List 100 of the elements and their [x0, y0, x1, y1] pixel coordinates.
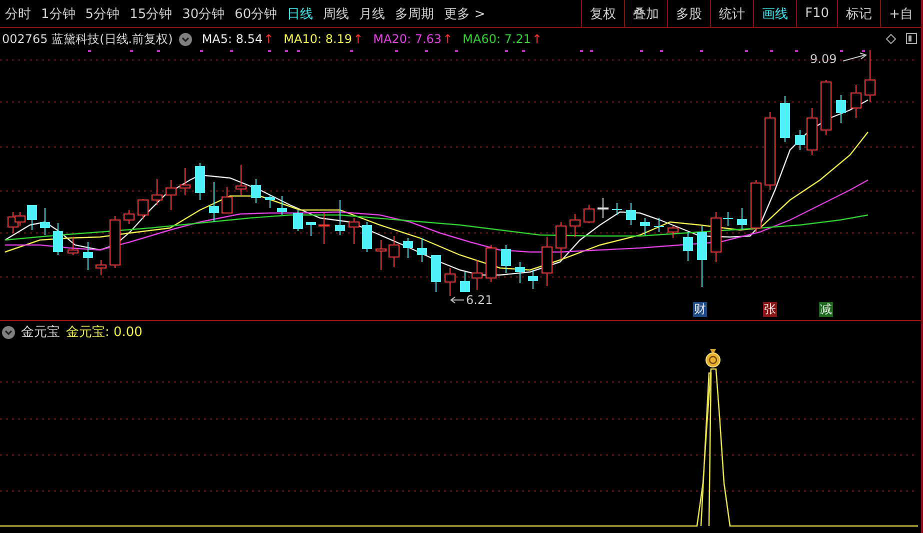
high-arrow — [842, 52, 868, 62]
candlestick — [236, 164, 246, 196]
candlestick — [431, 254, 441, 292]
more-button[interactable]: 更多 > — [439, 0, 490, 27]
event-tag[interactable]: 减 — [819, 302, 833, 317]
high-price-label: 9.09 — [810, 52, 837, 66]
candlestick — [40, 208, 50, 236]
candlestick — [180, 168, 190, 196]
candlestick — [335, 200, 345, 236]
moving-average-value: MA60: 7.21 — [462, 32, 532, 46]
candlestick — [251, 178, 261, 204]
stock-title: 002765 蓝黛科技(日线.前复权) — [2, 30, 173, 48]
period-tab[interactable]: 月线 — [354, 0, 390, 27]
candlestick — [222, 186, 232, 214]
tool-button[interactable]: +自 — [880, 0, 921, 27]
candlestick — [138, 198, 148, 220]
event-tag[interactable]: 张 — [763, 302, 777, 317]
candlestick — [640, 218, 650, 236]
candlestick — [110, 216, 120, 268]
moving-average-value: MA5: 8.54 — [202, 32, 263, 46]
candlestick — [598, 198, 608, 218]
candlestick — [265, 194, 275, 208]
candlestick — [836, 94, 846, 124]
dropdown-icon[interactable] — [2, 326, 15, 338]
period-tab[interactable]: 1分钟 — [36, 0, 80, 27]
candlestick — [362, 222, 372, 252]
tool-button[interactable]: 画线 — [753, 0, 796, 27]
candlestick — [542, 236, 552, 286]
candlestick — [83, 242, 93, 270]
candlestick — [388, 236, 400, 268]
candlestick — [501, 244, 511, 274]
candlestick — [612, 202, 622, 216]
low-arrow — [450, 296, 464, 304]
period-tab[interactable]: 15分钟 — [124, 0, 178, 27]
indicator-name: 金元宝 — [21, 324, 60, 341]
candlestick — [472, 260, 482, 290]
period-tab[interactable]: 多周期 — [390, 0, 440, 27]
period-tab[interactable]: 5分钟 — [80, 0, 125, 27]
candlestick — [124, 210, 134, 224]
tool-button[interactable]: 统计 — [710, 0, 754, 27]
candlestick — [486, 244, 496, 282]
candlestick — [626, 202, 636, 226]
candlestick — [444, 268, 456, 296]
dropdown-icon[interactable] — [178, 32, 192, 46]
candlestick — [417, 238, 427, 262]
up-arrow: ↑ — [353, 32, 364, 46]
period-tab[interactable]: 周线 — [318, 0, 354, 27]
candlestick — [556, 222, 566, 260]
indicator-reading: 金元宝: 0.00 — [66, 324, 142, 341]
candlestick — [277, 196, 287, 216]
moving-average-value: MA20: 7.63 — [373, 32, 442, 46]
period-tab[interactable]: 30分钟 — [177, 0, 230, 27]
up-arrow: ↑ — [532, 32, 542, 46]
moving-average-value: MA10: 8.19 — [284, 32, 352, 46]
tool-button[interactable]: F10 — [796, 0, 838, 27]
candlestick — [528, 270, 538, 290]
period-tab[interactable]: 分时 — [0, 0, 36, 27]
candlestick — [348, 218, 360, 244]
low-price-label: 6.21 — [466, 293, 493, 307]
panel-icon[interactable] — [906, 33, 917, 44]
candlestick — [27, 204, 37, 230]
candlestick — [820, 80, 832, 136]
diamond-icon[interactable] — [886, 34, 896, 44]
candlestick — [53, 222, 63, 256]
period-tab[interactable]: 60分钟 — [230, 0, 282, 27]
candlestick — [750, 180, 762, 232]
candlestick — [293, 210, 303, 232]
candlestick — [68, 236, 78, 256]
event-tag[interactable]: 财 — [693, 302, 707, 317]
tool-button[interactable]: 标记 — [837, 0, 880, 27]
candlestick — [306, 222, 316, 236]
candlestick — [795, 130, 805, 150]
candlestick — [570, 214, 580, 238]
candlestick — [403, 238, 413, 258]
candlestick — [460, 272, 470, 292]
candlestick — [723, 212, 733, 226]
up-arrow: ↑ — [442, 32, 453, 46]
candlestick — [697, 226, 707, 288]
candlestick — [654, 218, 664, 232]
tool-button[interactable]: 叠加 — [624, 0, 668, 27]
tool-button[interactable]: 多股 — [667, 0, 710, 27]
candlestick — [780, 96, 790, 142]
candlestick — [515, 262, 525, 284]
candlestick — [864, 50, 876, 102]
candlestick — [806, 108, 818, 156]
candlestick — [668, 226, 678, 238]
candlestick — [710, 212, 722, 262]
up-arrow: ↑ — [264, 32, 274, 46]
candlestick — [318, 212, 330, 244]
candlestick — [195, 162, 205, 200]
candlestick — [850, 84, 862, 118]
candlestick — [376, 240, 386, 270]
period-tab[interactable]: 日线 — [282, 0, 318, 27]
candlestick — [166, 180, 176, 210]
candlestick — [737, 208, 747, 230]
candlestick — [152, 178, 162, 206]
candlestick — [209, 182, 219, 222]
candlestick — [683, 232, 693, 262]
candlestick — [96, 260, 106, 276]
tool-button[interactable]: 复权 — [581, 0, 624, 27]
